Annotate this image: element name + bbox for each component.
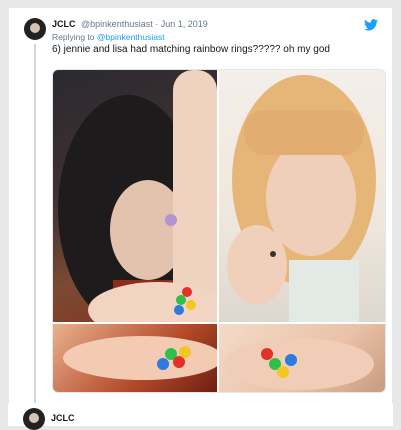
twitter-bird-icon[interactable] xyxy=(364,19,378,31)
display-name[interactable]: JCLC xyxy=(52,19,76,29)
tweet-card: JCLC @bpinkenthusiast · Jun 1, 2019 Repl… xyxy=(8,7,393,426)
photo-lisa-ring-closeup[interactable] xyxy=(219,324,385,392)
next-tweet-preview: JCLC xyxy=(8,403,393,430)
handle[interactable]: @bpinkenthusiast xyxy=(81,19,153,29)
reply-context: Replying to @bpinkenthusiast xyxy=(52,32,165,42)
tweet-text: 6) jennie and lisa had matching rainbow … xyxy=(52,44,330,55)
separator: · xyxy=(155,19,159,29)
tweet-date[interactable]: Jun 1, 2019 xyxy=(161,19,208,29)
media-grid xyxy=(52,69,386,393)
tweet-header: JCLC @bpinkenthusiast · Jun 1, 2019 xyxy=(52,19,208,29)
reply-mention-link[interactable]: @bpinkenthusiast xyxy=(97,32,165,42)
photo-jennie[interactable] xyxy=(53,70,217,322)
display-name[interactable]: JCLC xyxy=(51,413,75,423)
photo-jennie-ring-closeup[interactable] xyxy=(53,324,217,392)
reply-prefix: Replying to xyxy=(52,32,95,42)
thread-line xyxy=(34,44,36,405)
avatar[interactable] xyxy=(24,18,46,40)
photo-lisa[interactable] xyxy=(219,70,385,322)
avatar[interactable] xyxy=(23,408,45,430)
